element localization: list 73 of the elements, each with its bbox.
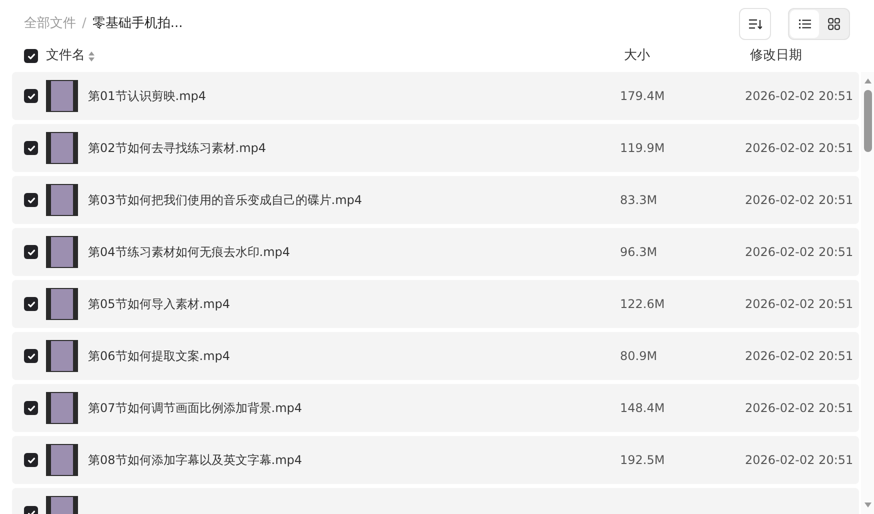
list-icon (798, 19, 810, 29)
file-row[interactable]: 第08节如何添加字幕以及英文字幕.mp4 192.5M 2026-02-02 20:51 (12, 436, 859, 484)
column-header[interactable]: 文件名 (46, 46, 85, 66)
file-date: 2026-02-02 20:51 (745, 244, 854, 261)
checkbox[interactable] (24, 297, 38, 311)
file-size: 119.9M (620, 140, 666, 157)
scroll-down-icon[interactable] (864, 502, 872, 508)
file-name: 第07节如何调节画面比例添加背景.mp4 (88, 400, 302, 417)
file-size: 122.6M (620, 296, 666, 313)
file-size: 179.4M (620, 88, 666, 105)
sort-icon (748, 18, 762, 30)
file-size: 96.3M (620, 244, 658, 261)
checkbox[interactable] (24, 401, 38, 415)
file-name: 第04节练习素材如何无痕去水印.mp4 (88, 244, 290, 261)
file-row[interactable]: 第04节练习素材如何无痕去水印.mp4 96.3M 2026-02-02 20:51 (12, 228, 859, 276)
check-icon (26, 196, 36, 204)
scroll-up-icon[interactable] (864, 78, 872, 84)
file-date: 2026-02-02 20:51 (745, 348, 854, 365)
file-size: 192.5M (620, 452, 666, 469)
file-row[interactable]: 第02节如何去寻找练习素材.mp4 119.9M 2026-02-02 20:51 (12, 124, 859, 172)
check-icon (26, 92, 36, 100)
grid-icon (828, 18, 840, 30)
video-thumbnail (46, 184, 78, 216)
file-date: 2026-02-02 20:51 (745, 296, 854, 313)
checkbox[interactable] (24, 453, 38, 467)
checkbox[interactable] (24, 89, 38, 103)
check-icon (26, 404, 36, 412)
file-name: 第06节如何提取文案.mp4 (88, 348, 230, 365)
file-row[interactable]: 第01节认识剪映.mp4 179.4M 2026-02-02 20:51 (12, 72, 859, 120)
column-header: 修改日期 (750, 47, 803, 66)
checkbox[interactable] (24, 141, 38, 155)
check-icon (26, 300, 36, 308)
video-thumbnail (46, 444, 78, 476)
checkbox[interactable] (24, 49, 38, 63)
file-row[interactable]: 第03节如何把我们使用的音乐变成自己的碟片.mp4 83.3M 2026-02-02 20:51 (12, 176, 859, 224)
file-row[interactable]: 第05节如何导入素材.mp4 122.6M 2026-02-02 20:51 (12, 280, 859, 328)
checkbox[interactable] (24, 245, 38, 259)
check-icon (26, 144, 36, 152)
file-size: 148.4M (620, 400, 666, 417)
file-size: 80.9M (620, 348, 658, 365)
file-date: 2026-02-02 20:51 (745, 140, 854, 157)
video-thumbnail (46, 288, 78, 320)
check-icon (26, 52, 36, 60)
sort-arrows-icon[interactable] (88, 50, 95, 62)
breadcrumb-separator: / (82, 15, 86, 34)
video-thumbnail (46, 340, 78, 372)
video-thumbnail (46, 132, 78, 164)
video-thumbnail (46, 392, 78, 424)
scrollbar[interactable] (861, 72, 874, 514)
checkbox[interactable] (24, 349, 38, 363)
file-row[interactable]: 第07节如何调节画面比例添加背景.mp4 148.4M 2026-02-02 20:51 (12, 384, 859, 432)
file-row[interactable]: 第06节如何提取文案.mp4 80.9M 2026-02-02 20:51 (12, 332, 859, 380)
sort-button[interactable] (739, 8, 771, 40)
file-name: 第05节如何导入素材.mp4 (88, 296, 230, 313)
breadcrumb-item: 零基础手机拍... (92, 15, 183, 34)
file-name: 第03节如何把我们使用的音乐变成自己的碟片.mp4 (88, 192, 362, 209)
video-thumbnail (46, 80, 78, 112)
file-date: 2026-02-02 20:51 (745, 400, 854, 417)
column-header: 大小 (624, 47, 651, 66)
file-name: 第01节认识剪映.mp4 (88, 88, 206, 105)
file-date: 2026-02-02 20:51 (745, 192, 854, 209)
video-thumbnail (46, 236, 78, 268)
check-icon (26, 352, 36, 360)
scrollbar-thumb[interactable] (864, 90, 872, 152)
file-name: 第02节如何去寻找练习素材.mp4 (88, 140, 266, 157)
file-date: 2026-02-02 20:51 (745, 452, 854, 469)
file-size: 83.3M (620, 192, 658, 209)
check-icon (26, 456, 36, 464)
file-date: 2026-02-02 20:51 (745, 88, 854, 105)
file-name: 第08节如何添加字幕以及英文字幕.mp4 (88, 452, 302, 469)
list-view-button[interactable] (790, 10, 819, 38)
checkbox[interactable] (24, 193, 38, 207)
check-icon (26, 248, 36, 256)
